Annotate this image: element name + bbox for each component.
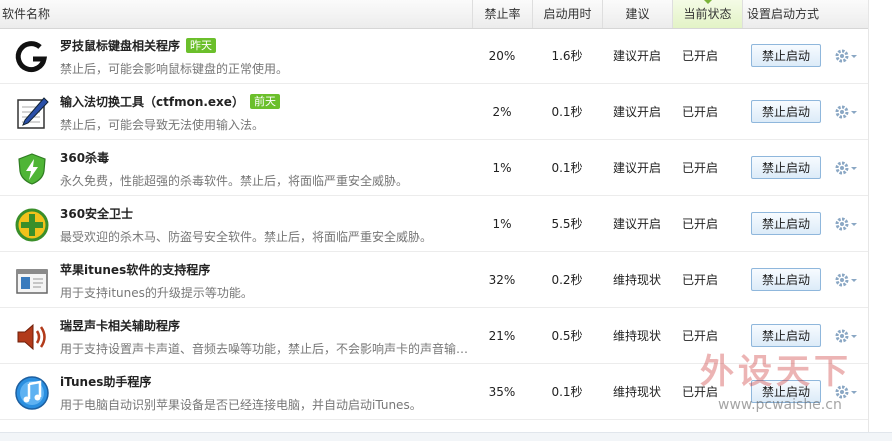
disable-rate: 35% bbox=[488, 385, 516, 399]
advice: 维持现状 bbox=[612, 329, 661, 343]
software-name: 罗技鼠标键盘相关程序 昨天 bbox=[60, 37, 217, 54]
disable-rate: 1% bbox=[492, 161, 512, 175]
itunes-note-icon bbox=[15, 376, 49, 410]
disable-rate: 2% bbox=[492, 105, 512, 119]
startup-time: 5.5秒 bbox=[551, 217, 583, 231]
advice: 建议开启 bbox=[612, 217, 661, 231]
software-name: 360安全卫士 bbox=[60, 205, 133, 222]
startup-time: 1.6秒 bbox=[551, 49, 583, 63]
disable-rate: 1% bbox=[492, 217, 512, 231]
disable-startup-button[interactable]: 禁止启动 bbox=[751, 212, 821, 235]
col-header-advice[interactable]: 建议 bbox=[602, 0, 672, 28]
watermark-logo: 外设天下 bbox=[700, 352, 852, 392]
col-header-rate[interactable]: 禁止率 bbox=[472, 0, 532, 28]
watermark-url: www.pcwaishe.cn bbox=[718, 397, 842, 413]
plus-circle-icon bbox=[15, 208, 49, 242]
software-desc: 最受欢迎的杀木马、防盗号安全软件。禁止后，将面临严重安全威胁。 bbox=[60, 230, 433, 244]
software-name: 输入法切换工具（ctfmon.exe） 前天 bbox=[60, 93, 280, 110]
software-name-text: 输入法切换工具（ctfmon.exe） bbox=[60, 95, 244, 109]
software-name: 360杀毒 bbox=[60, 149, 109, 166]
advice: 建议开启 bbox=[612, 49, 661, 63]
gear-dropdown-icon[interactable] bbox=[834, 48, 858, 64]
table-row: 罗技鼠标键盘相关程序 昨天 禁止后，可能会影响鼠标键盘的正常使用。 20% 1.6… bbox=[0, 28, 868, 84]
software-name: 苹果itunes软件的支持程序 bbox=[60, 261, 210, 278]
date-badge: 前天 bbox=[249, 94, 280, 109]
software-desc: 用于电脑自动识别苹果设备是否已经连接电脑，并自动启动iTunes。 bbox=[60, 398, 422, 412]
table-row: 输入法切换工具（ctfmon.exe） 前天 禁止后，可能会导致无法使用输入法。 … bbox=[0, 84, 868, 140]
startup-time: 0.1秒 bbox=[551, 385, 583, 399]
col-header-mode[interactable]: 设置启动方式 bbox=[742, 0, 868, 28]
pen-notepad-icon bbox=[17, 97, 49, 129]
current-state: 已开启 bbox=[681, 49, 718, 63]
disable-startup-button[interactable]: 禁止启动 bbox=[751, 268, 821, 291]
table-row: 苹果itunes软件的支持程序 用于支持itunes的升级提示等功能。 32% … bbox=[0, 252, 868, 308]
startup-time: 0.1秒 bbox=[551, 161, 583, 175]
col-header-state[interactable]: 当前状态 bbox=[672, 0, 742, 28]
software-name-text: 苹果itunes软件的支持程序 bbox=[60, 263, 211, 277]
table-row: 360安全卫士 最受欢迎的杀木马、防盗号安全软件。禁止后，将面临严重安全威胁。 … bbox=[0, 196, 868, 252]
window-app-icon bbox=[16, 269, 48, 294]
col-header-time[interactable]: 启动用时 bbox=[532, 0, 602, 28]
software-name-text: 360杀毒 bbox=[60, 151, 110, 165]
date-badge: 昨天 bbox=[186, 38, 217, 53]
disable-startup-button[interactable]: 禁止启动 bbox=[751, 100, 821, 123]
table-header: 软件名称 禁止率 启动用时 建议 当前状态 设置启动方式 bbox=[0, 0, 868, 29]
software-name: iTunes助手程序 bbox=[60, 373, 151, 390]
software-name-text: 罗技鼠标键盘相关程序 bbox=[60, 39, 181, 53]
advice: 维持现状 bbox=[612, 273, 661, 287]
disable-startup-button[interactable]: 禁止启动 bbox=[751, 156, 821, 179]
software-name: 瑞昱声卡相关辅助程序 bbox=[60, 317, 180, 334]
current-state: 已开启 bbox=[681, 161, 718, 175]
software-desc: 禁止后，可能会导致无法使用输入法。 bbox=[60, 118, 265, 132]
gear-dropdown-icon[interactable] bbox=[834, 216, 858, 232]
current-state: 已开启 bbox=[681, 273, 718, 287]
startup-time: 0.5秒 bbox=[551, 329, 583, 343]
advice: 建议开启 bbox=[612, 105, 661, 119]
advice: 维持现状 bbox=[612, 385, 661, 399]
speaker-icon bbox=[17, 323, 46, 351]
software-name-text: 360安全卫士 bbox=[60, 207, 134, 221]
disable-rate: 20% bbox=[488, 49, 516, 63]
software-name-text: iTunes助手程序 bbox=[60, 375, 152, 389]
software-desc: 用于支持设置声卡声道、音频去噪等功能，禁止后，不会影响声卡的声音输出。 bbox=[60, 342, 470, 356]
gear-dropdown-icon[interactable] bbox=[834, 328, 858, 344]
software-name-text: 瑞昱声卡相关辅助程序 bbox=[60, 319, 181, 333]
shield-lightning-icon bbox=[18, 153, 46, 185]
gear-dropdown-icon[interactable] bbox=[834, 104, 858, 120]
software-desc: 永久免费，性能超强的杀毒软件。禁止后，将面临严重安全威胁。 bbox=[60, 174, 409, 188]
startup-time: 0.1秒 bbox=[551, 105, 583, 119]
software-desc: 用于支持itunes的升级提示等功能。 bbox=[60, 286, 253, 300]
current-state: 已开启 bbox=[681, 105, 718, 119]
startup-time: 0.2秒 bbox=[551, 273, 583, 287]
disable-startup-button[interactable]: 禁止启动 bbox=[751, 44, 821, 67]
disable-rate: 21% bbox=[488, 329, 516, 343]
software-desc: 禁止后，可能会影响鼠标键盘的正常使用。 bbox=[60, 62, 289, 76]
gear-dropdown-icon[interactable] bbox=[834, 160, 858, 176]
logitech-g-icon bbox=[15, 41, 48, 73]
disable-rate: 32% bbox=[488, 273, 516, 287]
col-header-name[interactable]: 软件名称 bbox=[0, 0, 472, 28]
gear-dropdown-icon[interactable] bbox=[834, 272, 858, 288]
current-state: 已开启 bbox=[681, 217, 718, 231]
advice: 建议开启 bbox=[612, 161, 661, 175]
table-row: 360杀毒 永久免费，性能超强的杀毒软件。禁止后，将面临严重安全威胁。 1% 0… bbox=[0, 140, 868, 196]
vertical-scrollbar[interactable] bbox=[868, 0, 892, 440]
